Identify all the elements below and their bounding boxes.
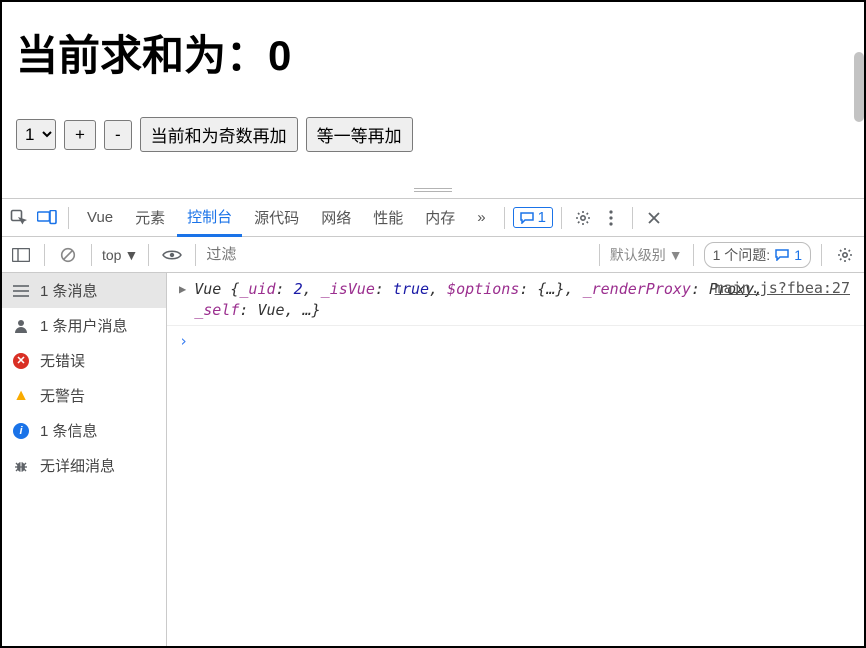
inspect-element-icon[interactable] [6, 205, 32, 231]
device-toolbar-icon[interactable] [34, 205, 60, 231]
execution-context-select[interactable]: top ▼ [102, 247, 138, 263]
user-icon [12, 318, 30, 334]
live-expression-eye-icon[interactable] [159, 242, 185, 268]
source-link[interactable]: main.js?fbea:27 [715, 279, 850, 297]
app-controls: 1 + - 当前和为奇数再加 等一等再加 [16, 117, 850, 152]
chevron-down-icon: ▼ [669, 247, 683, 263]
devtools-resize-handle[interactable] [2, 182, 864, 198]
sidebar-row-errors[interactable]: ✕ 无错误 [2, 343, 166, 378]
chat-icon [520, 212, 534, 224]
console-prompt[interactable]: › [167, 326, 864, 356]
tab-sources[interactable]: 源代码 [244, 199, 309, 237]
console-output: main.js?fbea:27 ▶ Vue {_uid: 2, _isVue: … [167, 273, 864, 646]
minus-button[interactable]: - [104, 120, 132, 150]
issues-pill[interactable]: 1 个问题: 1 [704, 242, 811, 268]
settings-gear-icon[interactable] [570, 205, 596, 231]
console-body: 1 条消息 1 条用户消息 ✕ 无错误 ▲ 无警告 i 1 条信息 [2, 273, 864, 646]
add-wait-button[interactable]: 等一等再加 [306, 117, 413, 152]
console-toolbar: top ▼ 默认级别 ▼ 1 个问题: 1 [2, 237, 864, 273]
sidebar-row-warnings[interactable]: ▲ 无警告 [2, 378, 166, 413]
tab-elements[interactable]: 元素 [125, 199, 175, 237]
step-select[interactable]: 1 [16, 119, 56, 150]
console-settings-gear-icon[interactable] [832, 242, 858, 268]
add-if-odd-button[interactable]: 当前和为奇数再加 [140, 117, 298, 152]
devtools: Vue 元素 控制台 源代码 网络 性能 内存 » 1 [2, 198, 864, 646]
console-sidebar: 1 条消息 1 条用户消息 ✕ 无错误 ▲ 无警告 i 1 条信息 [2, 273, 167, 646]
prompt-icon: › [179, 332, 188, 350]
devtools-tabstrip: Vue 元素 控制台 源代码 网络 性能 内存 » 1 [2, 199, 864, 237]
sidebar-toggle-icon[interactable] [8, 242, 34, 268]
heading-value: 0 [268, 32, 291, 79]
clear-console-icon[interactable] [55, 242, 81, 268]
tab-memory[interactable]: 内存 [415, 199, 465, 237]
close-devtools-icon[interactable] [641, 205, 667, 231]
tab-console[interactable]: 控制台 [177, 199, 242, 237]
error-icon: ✕ [12, 353, 30, 369]
list-icon [12, 285, 30, 297]
page-scrollbar[interactable] [854, 52, 864, 122]
chevron-down-icon: ▼ [124, 247, 138, 263]
sidebar-row-messages[interactable]: 1 条消息 [2, 273, 166, 308]
plus-button[interactable]: + [64, 120, 96, 150]
app-pane: 当前求和为：0 1 + - 当前和为奇数再加 等一等再加 [2, 2, 864, 182]
warning-icon: ▲ [12, 387, 30, 405]
tab-performance[interactable]: 性能 [363, 199, 413, 237]
kebab-menu-icon[interactable] [598, 205, 624, 231]
expand-object-icon[interactable]: ▶ [179, 282, 186, 296]
app-heading: 当前求和为：0 [16, 22, 850, 83]
console-log-text: Vue {_uid: 2, _isVue: true, $options: {…… [194, 279, 784, 321]
console-filter-input[interactable] [206, 246, 588, 263]
bug-icon [12, 458, 30, 474]
heading-prefix: 当前求和为： [16, 32, 268, 79]
log-level-select[interactable]: 默认级别 ▼ [610, 245, 683, 265]
sidebar-row-verbose[interactable]: 无详细消息 [2, 448, 166, 483]
message-count-badge[interactable]: 1 [513, 207, 553, 228]
sidebar-row-user-messages[interactable]: 1 条用户消息 [2, 308, 166, 343]
chat-icon [775, 249, 789, 261]
tab-vue[interactable]: Vue [77, 199, 123, 237]
tab-more[interactable]: » [467, 199, 495, 237]
sidebar-row-info[interactable]: i 1 条信息 [2, 413, 166, 448]
tab-network[interactable]: 网络 [311, 199, 361, 237]
info-icon: i [12, 423, 30, 439]
